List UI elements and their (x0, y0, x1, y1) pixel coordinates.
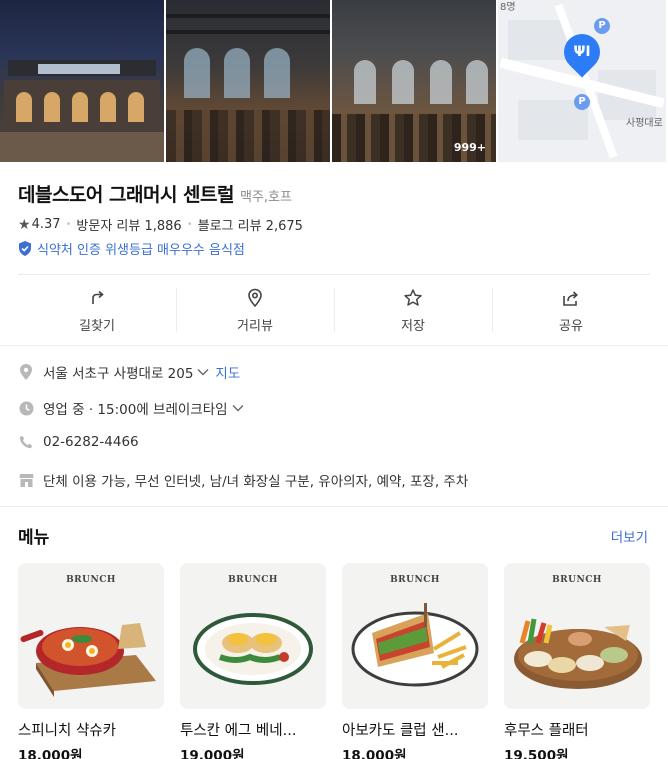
window (128, 92, 144, 122)
menu-photo[interactable]: BRUNCH (180, 563, 326, 709)
menu-item-price: 19,500원 (504, 748, 569, 759)
menu-item-price: 18,000원 (18, 748, 83, 759)
address-text: 서울 서초구 사평대로 205 (43, 366, 194, 382)
separator-dot: • (186, 219, 193, 230)
photo-exterior[interactable] (0, 0, 164, 162)
menu-item[interactable]: BRUNCH 후무스 플래터 19,500원 (504, 563, 650, 759)
beam (166, 30, 330, 34)
menu-section-title: 메뉴 (18, 528, 50, 548)
divider (18, 274, 650, 275)
blog-reviews-link[interactable]: 블로그 리뷰 2,675 (198, 215, 303, 234)
share-icon (561, 287, 581, 309)
menu-item-name: 후무스 플래터 (504, 723, 589, 739)
parking-icon: P (594, 18, 610, 34)
arched-window (224, 48, 250, 98)
arched-window (392, 60, 414, 104)
ground (0, 132, 164, 162)
street-view-button[interactable]: 거리뷰 (176, 276, 334, 344)
egg-benedict-dish-image (193, 613, 313, 685)
menu-list: BRUNCH 스피니치 샥슈카 18,000원 BRUNCH 투스칸 에그 베네… (18, 563, 650, 759)
street-view-label: 거리뷰 (237, 318, 273, 334)
amenities-text: 단체 이용 가능, 무선 인터넷, 남/녀 화장실 구분, 유아의자, 예약, … (43, 474, 469, 490)
menu-item[interactable]: BRUNCH 스피니치 샥슈카 18,000원 (18, 563, 164, 759)
menu-photo[interactable]: BRUNCH (18, 563, 164, 709)
window (44, 92, 60, 122)
separator-dot: • (65, 219, 72, 230)
place-name: 데블스도어 그래머시 센트럴 (18, 184, 235, 206)
phone-icon (18, 434, 34, 450)
directions-icon (88, 287, 106, 309)
shield-icon (19, 241, 31, 256)
arched-window (466, 60, 488, 104)
share-button[interactable]: 공유 (492, 276, 650, 344)
window (72, 92, 88, 122)
directions-button[interactable]: 길찾기 (18, 276, 176, 344)
amenities-row: 단체 이용 가능, 무선 인터넷, 남/녀 화장실 구분, 유아의자, 예약, … (18, 470, 468, 490)
star-icon: ★ (18, 216, 31, 233)
arched-window (354, 60, 376, 104)
menu-item[interactable]: BRUNCH 투스칸 에그 베네... 19,000원 (180, 563, 326, 759)
arched-window (264, 48, 290, 98)
clock-icon (18, 400, 34, 416)
arched-window (184, 48, 210, 98)
map-block (508, 20, 568, 60)
star-icon (403, 287, 423, 309)
menu-item-name: 스피니치 샥슈카 (18, 723, 116, 739)
menu-more-link[interactable]: 더보기 (611, 526, 648, 546)
building-sign (38, 64, 120, 74)
hours-text: 영업 중 · 15:00에 브레이크타임 (43, 402, 228, 418)
photo-gallery[interactable]: 999+ 8명 P P ΨΙ 사평대로 (0, 0, 668, 162)
store-icon (18, 472, 34, 488)
menu-photo[interactable]: BRUNCH (504, 563, 650, 709)
menu-photo[interactable]: BRUNCH (342, 563, 488, 709)
map-thumbnail[interactable]: 8명 P P ΨΙ 사평대로 (498, 0, 666, 162)
location-pin-icon (246, 287, 264, 309)
photo-interior-1[interactable] (166, 0, 330, 162)
street-label: 사평대로 (626, 118, 663, 129)
parking-icon: P (574, 94, 590, 110)
arched-window (430, 60, 452, 104)
shakshuka-dish-image (20, 623, 156, 697)
action-bar: 길찾기 거리뷰 저장 공유 (18, 276, 650, 344)
beam (166, 14, 330, 18)
map-link[interactable]: 지도 (215, 362, 240, 382)
location-pin-icon (18, 364, 34, 380)
share-label: 공유 (559, 318, 583, 334)
place-category: 맥주,호프 (240, 190, 292, 205)
menu-item-price: 18,000원 (342, 748, 407, 759)
map-label: 8명 (500, 2, 516, 13)
club-sandwich-dish-image (351, 603, 479, 687)
window (16, 92, 32, 122)
chevron-down-icon[interactable] (197, 368, 209, 376)
divider (0, 506, 668, 507)
visitor-reviews-link[interactable]: 방문자 리뷰 1,886 (76, 215, 181, 234)
place-header: 데블스도어 그래머시 센트럴 맥주,호프 (18, 180, 292, 207)
menu-item-name: 아보카도 클럽 샌... (342, 723, 459, 739)
menu-item[interactable]: BRUNCH 아보카도 클럽 샌... 18,000원 (342, 563, 488, 759)
chevron-down-icon[interactable] (232, 404, 244, 412)
hummus-platter-dish-image (514, 618, 642, 689)
crowd (332, 114, 496, 162)
phone-number: 02-6282-4466 (43, 434, 139, 450)
rating-row: ★ 4.37 • 방문자 리뷰 1,886 • 블로그 리뷰 2,675 (18, 215, 303, 235)
rating-value: 4.37 (31, 217, 61, 232)
directions-label: 길찾기 (79, 318, 115, 334)
restaurant-icon: ΨΙ (573, 44, 591, 60)
hours-row[interactable]: 영업 중 · 15:00에 브레이크타임 (18, 398, 244, 418)
menu-item-name: 투스칸 에그 베네... (180, 723, 297, 739)
photo-count: 999+ (453, 141, 486, 154)
address-row: 서울 서초구 사평대로 205 지도 (18, 362, 240, 382)
phone-row[interactable]: 02-6282-4466 (18, 434, 139, 450)
save-label: 저장 (401, 318, 425, 334)
menu-item-price: 19,000원 (180, 748, 245, 759)
divider (0, 345, 668, 346)
crowd (166, 110, 330, 162)
save-button[interactable]: 저장 (334, 276, 492, 344)
certification-text: 식약처 인증 위생등급 매우우수 음식점 (37, 243, 245, 258)
window (100, 92, 116, 122)
photo-interior-2[interactable]: 999+ (332, 0, 496, 162)
hygiene-certification[interactable]: 식약처 인증 위생등급 매우우수 음식점 (18, 239, 245, 258)
